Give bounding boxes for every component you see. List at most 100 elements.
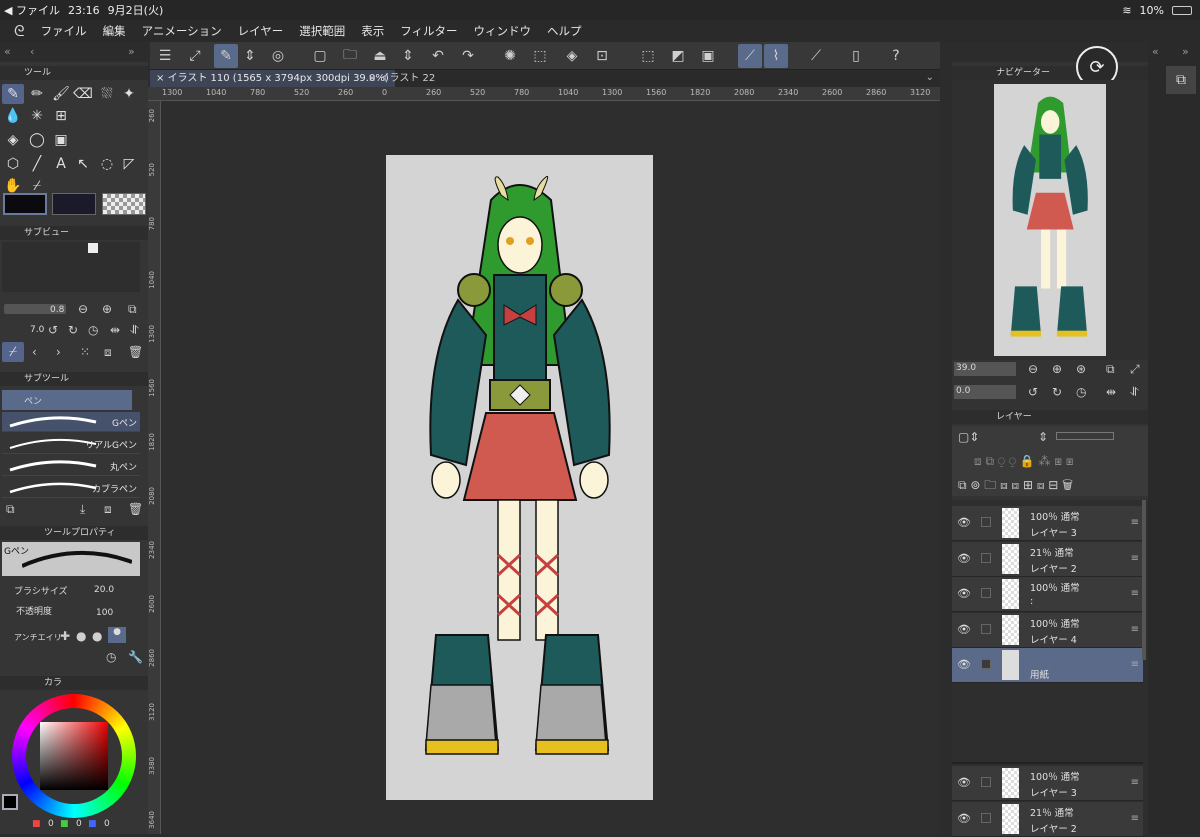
tab-illust-22[interactable]: × イラスト 22 bbox=[362, 70, 441, 87]
eye-icon[interactable]: 👁 bbox=[957, 812, 971, 825]
eye-icon[interactable]: 👁 bbox=[957, 658, 971, 671]
menu-selection[interactable]: 選択範囲 bbox=[299, 23, 345, 39]
menu-layer[interactable]: レイヤー bbox=[238, 23, 284, 39]
subtool-group-pen[interactable]: ペン bbox=[2, 390, 132, 410]
drag-handle-icon[interactable]: ≡ bbox=[1131, 777, 1139, 788]
next-icon[interactable]: › bbox=[56, 345, 61, 359]
red-value[interactable]: 0 bbox=[48, 819, 54, 829]
eye-icon[interactable]: 👁 bbox=[957, 776, 971, 789]
deselect-icon[interactable]: ⬚ bbox=[636, 44, 660, 68]
menu-view[interactable]: 表示 bbox=[361, 23, 384, 39]
text-tool-icon[interactable]: A bbox=[50, 154, 72, 174]
grid-tool-icon[interactable]: ⊞ bbox=[50, 106, 72, 126]
drag-handle-icon[interactable]: ≡ bbox=[1131, 624, 1139, 635]
layer-row[interactable]: 👁 100％ 通常 レイヤー 4 ≡ bbox=[952, 612, 1143, 648]
pen-tool-icon[interactable]: ✎ bbox=[2, 84, 24, 104]
delete-subtool-icon[interactable]: 🗑 bbox=[128, 502, 143, 516]
navigator-rotate-slider[interactable]: 0.0 bbox=[954, 385, 1016, 399]
menu-window[interactable]: ウィンドウ bbox=[474, 23, 532, 39]
blend-tool-icon[interactable]: 💧 bbox=[2, 106, 24, 126]
layers-stack-icon[interactable]: ⧉ bbox=[1166, 66, 1196, 94]
navigator-thumbnail[interactable] bbox=[994, 84, 1106, 356]
transform-icon[interactable]: ⊡ bbox=[590, 44, 614, 68]
layer-name[interactable]: レイヤー 2 bbox=[1030, 561, 1077, 575]
antialias-none-icon[interactable]: ✚ bbox=[60, 629, 70, 643]
layer-row[interactable]: 👁 100％ 通常 レイヤー 3 ≡ bbox=[952, 506, 1143, 541]
eyedropper-icon[interactable]: ⌿ bbox=[2, 342, 24, 362]
layer-row[interactable]: 👁 21％ 通常 レイヤー 2 ≡ bbox=[952, 541, 1143, 577]
brush-size-value[interactable]: 20.0 bbox=[94, 585, 114, 595]
canvas-paper[interactable] bbox=[386, 155, 653, 800]
3d-tool-icon[interactable]: ⬡ bbox=[2, 154, 24, 174]
balloon-tool-icon[interactable]: ◌ bbox=[96, 154, 118, 174]
selection-icon[interactable]: ⬚ bbox=[528, 44, 552, 68]
fill-icon[interactable]: ◈ bbox=[560, 44, 584, 68]
auto-select-icon[interactable]: ✳ bbox=[26, 106, 48, 126]
eye-icon[interactable]: 👁 bbox=[957, 552, 971, 565]
layer-checkbox[interactable] bbox=[981, 623, 991, 634]
decoration-tool-icon[interactable]: ⛆ bbox=[96, 84, 118, 104]
expand-icon[interactable]: » bbox=[128, 45, 135, 58]
redo-icon[interactable]: ↷ bbox=[456, 44, 480, 68]
layer-name[interactable]: レイヤー 4 bbox=[1030, 632, 1077, 646]
import-image-icon[interactable]: ⧈ bbox=[104, 345, 112, 360]
layer-checkbox[interactable] bbox=[981, 812, 991, 823]
nav-fit-icon[interactable]: ⧉ bbox=[1106, 362, 1115, 377]
nav-rotate-right-icon[interactable]: ↻ bbox=[1052, 385, 1062, 399]
menu-animation[interactable]: アニメーション bbox=[142, 23, 222, 39]
operation-tool-icon[interactable]: ↖ bbox=[72, 154, 94, 174]
lasso-tool-icon[interactable]: ◯ bbox=[26, 130, 48, 150]
nav-actual-size-icon[interactable]: ⊛ bbox=[1076, 362, 1086, 376]
duplicate-icon[interactable]: ⧈ bbox=[104, 502, 112, 517]
zoom-out-icon[interactable]: ⊖ bbox=[78, 302, 88, 316]
layer-name[interactable]: : bbox=[1030, 596, 1033, 607]
wrench-icon[interactable]: 🔧 bbox=[128, 650, 143, 664]
collapse-right-icon[interactable]: « bbox=[1152, 45, 1159, 58]
pencil-tool-icon[interactable]: ✏ bbox=[26, 84, 48, 104]
undo-icon[interactable]: ↶ bbox=[426, 44, 450, 68]
fit-icon[interactable]: ⧉ bbox=[128, 302, 137, 317]
color-wheel[interactable] bbox=[12, 694, 136, 818]
layer-name[interactable]: 用紙 bbox=[1030, 667, 1049, 681]
fit-screen-icon[interactable]: ⤢ bbox=[183, 44, 207, 68]
open-folder-icon[interactable]: 🗀 bbox=[338, 44, 362, 68]
sub-color-swatch[interactable] bbox=[52, 193, 96, 215]
nav-zoom-in-icon[interactable]: ⊕ bbox=[1052, 362, 1062, 376]
menu-edit[interactable]: 編集 bbox=[103, 23, 126, 39]
loading-icon[interactable]: ✺ bbox=[498, 44, 522, 68]
help-icon[interactable]: ? bbox=[884, 44, 908, 68]
layer-mode-icon[interactable]: ▢⇕ bbox=[958, 430, 979, 444]
line-tool-icon[interactable]: ╱ bbox=[26, 154, 48, 174]
effect-tool-icon[interactable]: ✦ bbox=[118, 84, 140, 104]
special-ruler-icon[interactable]: ⟋ bbox=[804, 44, 828, 68]
brush-kabura-pen[interactable]: カブラペン bbox=[2, 478, 140, 498]
gradient-tool-icon[interactable]: ▣ bbox=[50, 130, 72, 150]
layer-name[interactable]: レイヤー 2 bbox=[1030, 821, 1077, 835]
green-value[interactable]: 0 bbox=[76, 819, 82, 829]
menu-help[interactable]: ヘルプ bbox=[547, 23, 582, 39]
back-to-files-link[interactable]: ◀ ファイル bbox=[4, 2, 60, 18]
menu-file[interactable]: ファイル bbox=[41, 23, 87, 39]
device-icon[interactable]: ▯ bbox=[844, 44, 868, 68]
brush-g-pen[interactable]: Gペン bbox=[2, 412, 140, 432]
transparent-color-swatch[interactable] bbox=[102, 193, 146, 215]
nav-fullscreen-icon[interactable]: ⤢ bbox=[1130, 362, 1140, 377]
navigator-zoom-slider[interactable]: 39.0 bbox=[954, 362, 1016, 376]
eye-icon[interactable]: 👁 bbox=[957, 623, 971, 636]
collapse-left-icon[interactable]: « bbox=[4, 45, 11, 58]
blend-mode-dropdown-icon[interactable]: ⇕ bbox=[1038, 430, 1048, 444]
layer-scrollbar[interactable] bbox=[1142, 500, 1146, 660]
main-color-swatch[interactable] bbox=[3, 193, 47, 215]
layer-name[interactable]: レイヤー 3 bbox=[1030, 525, 1077, 539]
eye-icon[interactable]: 👁 bbox=[957, 587, 971, 600]
selection-border-icon[interactable]: ▣ bbox=[696, 44, 720, 68]
layer-checkbox[interactable] bbox=[981, 552, 991, 563]
brush-real-g-pen[interactable]: リアルGペン bbox=[2, 434, 140, 454]
antialias-mid-icon[interactable]: ● bbox=[92, 629, 102, 643]
invert-selection-icon[interactable]: ◩ bbox=[666, 44, 690, 68]
nav-zoom-out-icon[interactable]: ⊖ bbox=[1028, 362, 1038, 376]
frame-tool-icon[interactable]: ◸ bbox=[118, 154, 140, 174]
eye-icon[interactable]: 👁 bbox=[957, 516, 971, 529]
layer-row[interactable]: 👁 100％ 通常: ≡ bbox=[952, 577, 1143, 612]
nav-rotate-left-icon[interactable]: ↺ bbox=[1028, 385, 1038, 399]
